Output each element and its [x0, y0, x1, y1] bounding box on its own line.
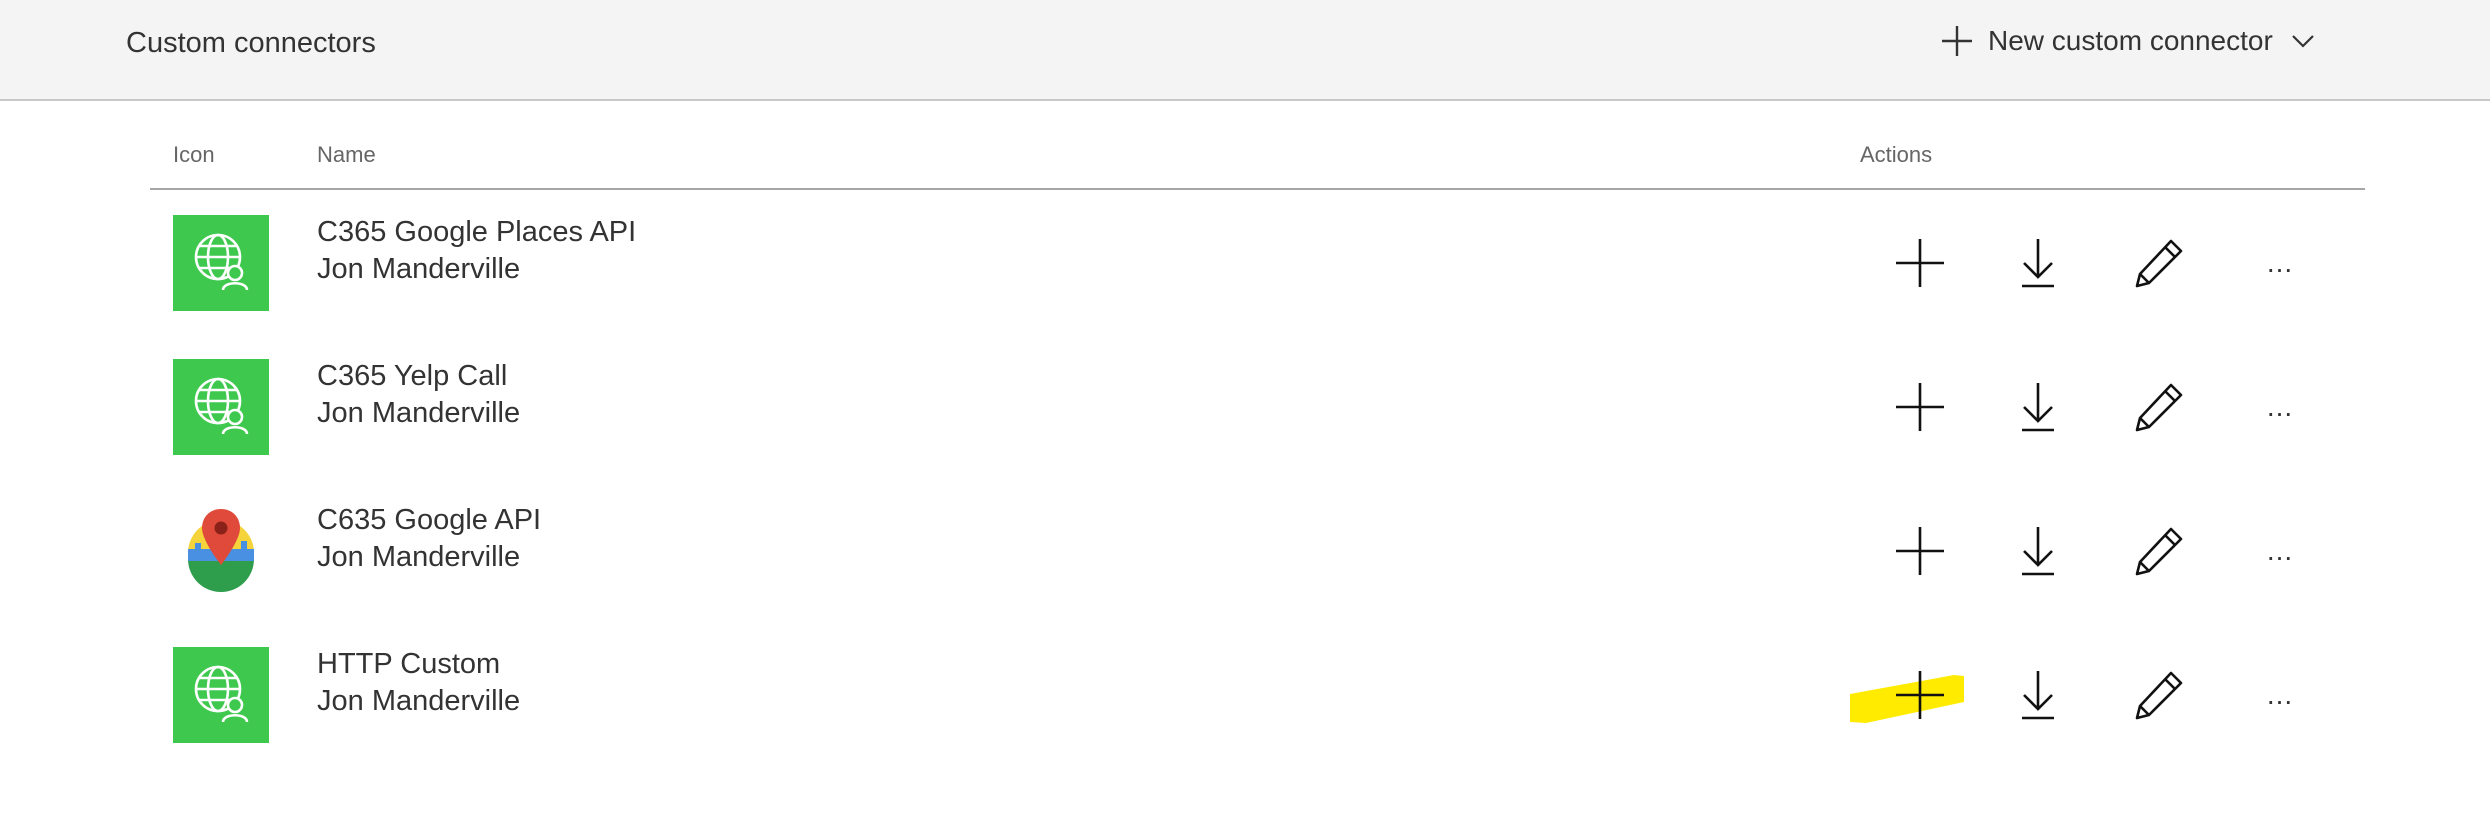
table-row[interactable]: C365 Yelp Call Jon Manderville ...: [150, 336, 2365, 480]
add-button[interactable]: [1885, 228, 1955, 298]
more-button[interactable]: ...: [2245, 372, 2315, 442]
more-icon: ...: [2266, 391, 2294, 422]
connector-owner: Jon Manderville: [317, 541, 521, 573]
map-pin-icon: [173, 503, 269, 599]
add-icon: [1894, 237, 1946, 289]
connector-owner: Jon Manderville: [317, 397, 521, 429]
column-header-icon: Icon: [173, 142, 215, 167]
add-icon: [1894, 669, 1946, 721]
download-button[interactable]: [2003, 228, 2073, 298]
download-button[interactable]: [2003, 660, 2073, 730]
more-button[interactable]: ...: [2245, 660, 2315, 730]
edit-icon: [2133, 525, 2185, 577]
new-custom-connector-button[interactable]: New custom connector: [1940, 18, 2315, 64]
chevron-down-icon[interactable]: [2273, 33, 2315, 49]
column-header-actions: Actions: [1860, 142, 1933, 167]
download-icon: [2018, 237, 2058, 289]
more-icon: ...: [2266, 535, 2294, 566]
globe-user-icon: [173, 647, 269, 743]
edit-icon: [2133, 381, 2185, 433]
connector-owner: Jon Manderville: [317, 685, 521, 717]
add-button[interactable]: [1885, 516, 1955, 586]
download-icon: [2018, 525, 2058, 577]
more-button[interactable]: ...: [2245, 228, 2315, 298]
download-icon: [2018, 669, 2058, 721]
connector-name[interactable]: C365 Yelp Call: [317, 358, 520, 395]
edit-button[interactable]: [2124, 516, 2194, 586]
add-button[interactable]: [1885, 372, 1955, 442]
more-button[interactable]: ...: [2245, 516, 2315, 586]
globe-user-icon: [173, 359, 269, 455]
add-button[interactable]: [1885, 660, 1955, 730]
connector-name[interactable]: C635 Google API: [317, 502, 541, 539]
table-row[interactable]: C365 Google Places API Jon Manderville .…: [150, 192, 2365, 336]
connector-name[interactable]: HTTP Custom: [317, 646, 520, 683]
edit-icon: [2133, 237, 2185, 289]
edit-icon: [2133, 669, 2185, 721]
add-icon: [1894, 525, 1946, 577]
connector-owner: Jon Manderville: [317, 253, 521, 285]
download-button[interactable]: [2003, 372, 2073, 442]
edit-button[interactable]: [2124, 372, 2194, 442]
column-header-name[interactable]: Name: [317, 142, 376, 168]
table-header: Icon Name Actions: [150, 130, 2365, 190]
edit-button[interactable]: [2124, 660, 2194, 730]
plus-icon: [1940, 24, 1974, 58]
new-custom-connector-label: New custom connector: [1988, 25, 2273, 56]
page-title: Custom connectors: [126, 27, 376, 59]
download-icon: [2018, 381, 2058, 433]
download-button[interactable]: [2003, 516, 2073, 586]
more-icon: ...: [2266, 679, 2294, 710]
globe-user-icon: [173, 215, 269, 311]
table-row[interactable]: C635 Google API Jon Manderville ...: [150, 480, 2365, 624]
page-header: Custom connectors New custom connector: [0, 0, 2490, 101]
add-icon: [1894, 381, 1946, 433]
connector-name[interactable]: C365 Google Places API: [317, 214, 636, 251]
edit-button[interactable]: [2124, 228, 2194, 298]
more-icon: ...: [2266, 247, 2294, 278]
table-row[interactable]: HTTP Custom Jon Manderville ...: [150, 624, 2365, 768]
